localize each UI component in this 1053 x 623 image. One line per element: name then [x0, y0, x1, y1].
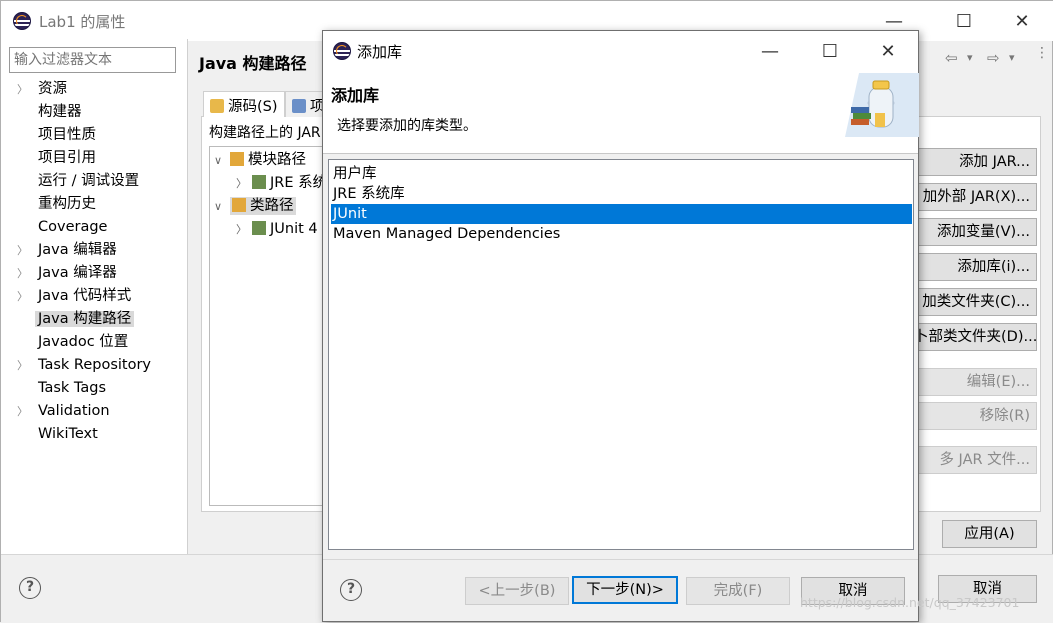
outer-window-title: Lab1 的属性 [39, 13, 126, 31]
list-item-jre-system-library[interactable]: JRE 系统库 [331, 184, 912, 204]
sidebar-item-project-natures[interactable]: 项目性质 [17, 124, 99, 147]
sidebar-item-java-compiler[interactable]: 〉 Java 编译器 [17, 262, 120, 285]
chevron-right-icon[interactable]: 〉 [17, 239, 35, 262]
source-folder-icon [210, 99, 224, 113]
filter-input[interactable] [9, 47, 176, 73]
chevron-right-icon[interactable]: 〉 [17, 400, 35, 423]
dialog-minimize-button[interactable]: — [747, 31, 793, 71]
sidebar-item-java-build-path[interactable]: Java 构建路径 [17, 308, 135, 331]
chevron-down-icon[interactable]: ∨ [214, 195, 230, 218]
dialog-maximize-button[interactable]: ☐ [807, 31, 853, 71]
add-class-folder-button[interactable]: 加类文件夹(C)... [913, 288, 1037, 316]
chevron-right-icon[interactable]: 〉 [236, 218, 252, 241]
library-container-icon [230, 152, 244, 166]
outer-maximize-button[interactable]: ☐ [941, 1, 987, 41]
sidebar-item-validation[interactable]: 〉 Validation [17, 400, 113, 423]
sidebar-item-project-references[interactable]: 项目引用 [17, 147, 99, 170]
tab-projects[interactable]: 项 [285, 91, 325, 117]
dialog-close-button[interactable]: ✕ [865, 31, 911, 71]
chevron-right-icon[interactable]: 〉 [17, 354, 35, 377]
chevron-right-icon[interactable]: 〉 [17, 285, 35, 308]
outer-close-button[interactable]: ✕ [999, 1, 1045, 41]
next-button[interactable]: 下一步(N)> [572, 576, 678, 604]
sidebar-item-wikitext[interactable]: WikiText [17, 423, 101, 446]
chevron-down-icon[interactable]: ∨ [214, 149, 230, 172]
dialog-title: 添加库 [357, 43, 403, 61]
dialog-header-title: 添加库 [331, 86, 380, 105]
dialog-footer: ? <上一步(B) 下一步(N)> 完成(F) 取消 [323, 559, 918, 621]
sidebar-item-coverage[interactable]: Coverage [17, 216, 110, 239]
page-title: Java 构建路径 [199, 54, 307, 73]
watermark-text: https://blog.csdn.net/qq_37423701 [800, 595, 1020, 610]
library-icon [252, 175, 266, 189]
sidebar-item-refactoring-history[interactable]: 重构历史 [17, 193, 99, 216]
library-icon [252, 221, 266, 235]
dialog-header-description: 选择要添加的库类型。 [337, 118, 477, 134]
remove-button[interactable]: 移除(R) [913, 402, 1037, 430]
finish-button[interactable]: 完成(F) [686, 577, 790, 605]
sidebar-item-task-tags[interactable]: Task Tags [17, 377, 109, 400]
sidebar-item-java-code-style[interactable]: 〉 Java 代码样式 [17, 285, 134, 308]
help-icon[interactable]: ? [19, 577, 41, 599]
sidebar-item-java-editor[interactable]: 〉 Java 编辑器 [17, 239, 120, 262]
dialog-header: 添加库 选择要添加的库类型。 [323, 71, 919, 154]
forward-dropdown-icon[interactable]: ▾ [1009, 51, 1015, 64]
chevron-right-icon[interactable]: 〉 [17, 78, 35, 101]
build-path-label: 构建路径上的 JAR [209, 125, 321, 141]
folder-icon [292, 99, 306, 113]
library-type-list[interactable]: 用户库 JRE 系统库 JUnit Maven Managed Dependen… [328, 159, 914, 550]
eclipse-logo-icon [13, 12, 31, 30]
add-library-button[interactable]: 添加库(i)... [913, 253, 1037, 281]
forward-arrow-icon[interactable]: ⇨ [987, 49, 1000, 67]
library-jar-banner-icon [845, 73, 919, 137]
sidebar-item-resource[interactable]: 〉资源 [17, 78, 70, 101]
library-container-icon [232, 198, 246, 212]
migrate-jar-button[interactable]: 多 JAR 文件... [913, 446, 1037, 474]
dialog-titlebar[interactable]: 添加库 — ☐ ✕ [323, 31, 918, 71]
eclipse-logo-icon [333, 42, 351, 60]
back-arrow-icon[interactable]: ⇦ [945, 49, 958, 67]
chevron-right-icon[interactable]: 〉 [236, 172, 252, 195]
view-menu-icon[interactable]: ⋮ [1035, 45, 1049, 61]
build-path-tree[interactable]: ∨ 模块路径 〉 JRE 系统 ∨ 类路径 〉 JUnit 4 [209, 146, 329, 506]
dialog-help-icon[interactable]: ? [340, 579, 362, 601]
sidebar-item-javadoc-location[interactable]: Javadoc 位置 [17, 331, 131, 354]
add-external-jar-button[interactable]: 加外部 JAR(X)... [913, 183, 1037, 211]
sidebar-item-task-repository[interactable]: 〉 Task Repository [17, 354, 154, 377]
tree-item-junit4[interactable]: 〉 JUnit 4 [236, 218, 318, 241]
back-button[interactable]: <上一步(B) [465, 577, 569, 605]
back-dropdown-icon[interactable]: ▾ [967, 51, 973, 64]
add-jar-button[interactable]: 添加 JAR... [913, 148, 1037, 176]
tree-item-classpath[interactable]: ∨ 类路径 [214, 195, 296, 218]
edit-button[interactable]: 编辑(E)... [913, 368, 1037, 396]
tree-item-modulepath[interactable]: ∨ 模块路径 [214, 149, 306, 172]
list-item-junit[interactable]: JUnit [331, 204, 912, 224]
list-item-maven-managed-dependencies[interactable]: Maven Managed Dependencies [331, 224, 912, 244]
sidebar-item-run-debug-settings[interactable]: 运行 / 调试设置 [17, 170, 142, 193]
pane-divider[interactable] [187, 39, 188, 554]
add-variable-button[interactable]: 添加变量(V)... [913, 218, 1037, 246]
add-library-dialog: 添加库 — ☐ ✕ 添加库 选择要添加的库类型。 用户库 JRE 系统库 JUn… [322, 30, 919, 622]
apply-button[interactable]: 应用(A) [942, 520, 1037, 548]
list-item-user-library[interactable]: 用户库 [331, 164, 912, 184]
chevron-right-icon[interactable]: 〉 [17, 262, 35, 285]
add-external-class-folder-button[interactable]: 卜部类文件夹(D)... [913, 323, 1037, 351]
tree-item-jre-system[interactable]: 〉 JRE 系统 [236, 172, 327, 195]
tab-source[interactable]: 源码(S) [203, 91, 285, 117]
sidebar-item-builders[interactable]: 构建器 [17, 101, 85, 124]
